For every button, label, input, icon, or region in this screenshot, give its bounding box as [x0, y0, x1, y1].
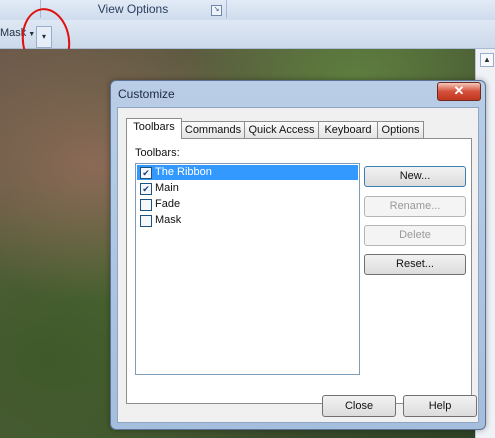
tab-toolbars[interactable]: Toolbars: [126, 118, 182, 139]
list-item-label: The Ribbon: [155, 166, 212, 178]
toolbars-panel: Toolbars: ✔ The Ribbon ✔ Main Fade Mask: [126, 138, 472, 404]
checkbox-checked[interactable]: ✔: [140, 183, 152, 195]
ribbon-group-caption: View Options: [97, 2, 169, 16]
panel-scroll-up-icon[interactable]: ▲: [480, 53, 494, 67]
delete-button[interactable]: Delete: [364, 225, 466, 246]
reset-button[interactable]: Reset...: [364, 254, 466, 275]
close-button[interactable]: Close: [322, 395, 396, 417]
tab-commands[interactable]: Commands: [181, 121, 245, 138]
toolbars-list-caption: Toolbars:: [135, 147, 180, 159]
dialog-launcher-icon[interactable]: ↘: [211, 5, 222, 16]
checkbox-checked[interactable]: ✔: [140, 167, 152, 179]
new-button[interactable]: New...: [364, 166, 466, 187]
list-item[interactable]: ✔ The Ribbon: [137, 165, 358, 180]
list-item[interactable]: Mask: [137, 213, 358, 228]
dialog-client-area: Toolbars Commands Quick Access Keyboard …: [117, 107, 479, 423]
ribbon: View Options ↘: [0, 0, 495, 21]
tab-quick-access[interactable]: Quick Access: [244, 121, 319, 138]
list-item[interactable]: Fade: [137, 197, 358, 212]
list-item-label: Mask: [155, 214, 182, 226]
list-item-label: Fade: [155, 198, 181, 210]
tab-options[interactable]: Options: [377, 121, 424, 138]
close-icon[interactable]: ✕: [437, 82, 481, 101]
tab-keyboard[interactable]: Keyboard: [318, 121, 378, 138]
rename-button[interactable]: Rename...: [364, 196, 466, 217]
checkbox-unchecked[interactable]: [140, 215, 152, 227]
list-item-label: Main: [155, 182, 179, 194]
quick-access-toolbar: [0, 20, 495, 49]
customize-dialog: Customize ✕ Toolbars Commands Quick Acce…: [110, 80, 486, 430]
dialog-title: Customize: [118, 87, 175, 101]
help-button[interactable]: Help: [403, 395, 477, 417]
checkbox-unchecked[interactable]: [140, 199, 152, 211]
toolbars-listbox[interactable]: ✔ The Ribbon ✔ Main Fade Mask: [135, 163, 360, 375]
list-item[interactable]: ✔ Main: [137, 181, 358, 196]
